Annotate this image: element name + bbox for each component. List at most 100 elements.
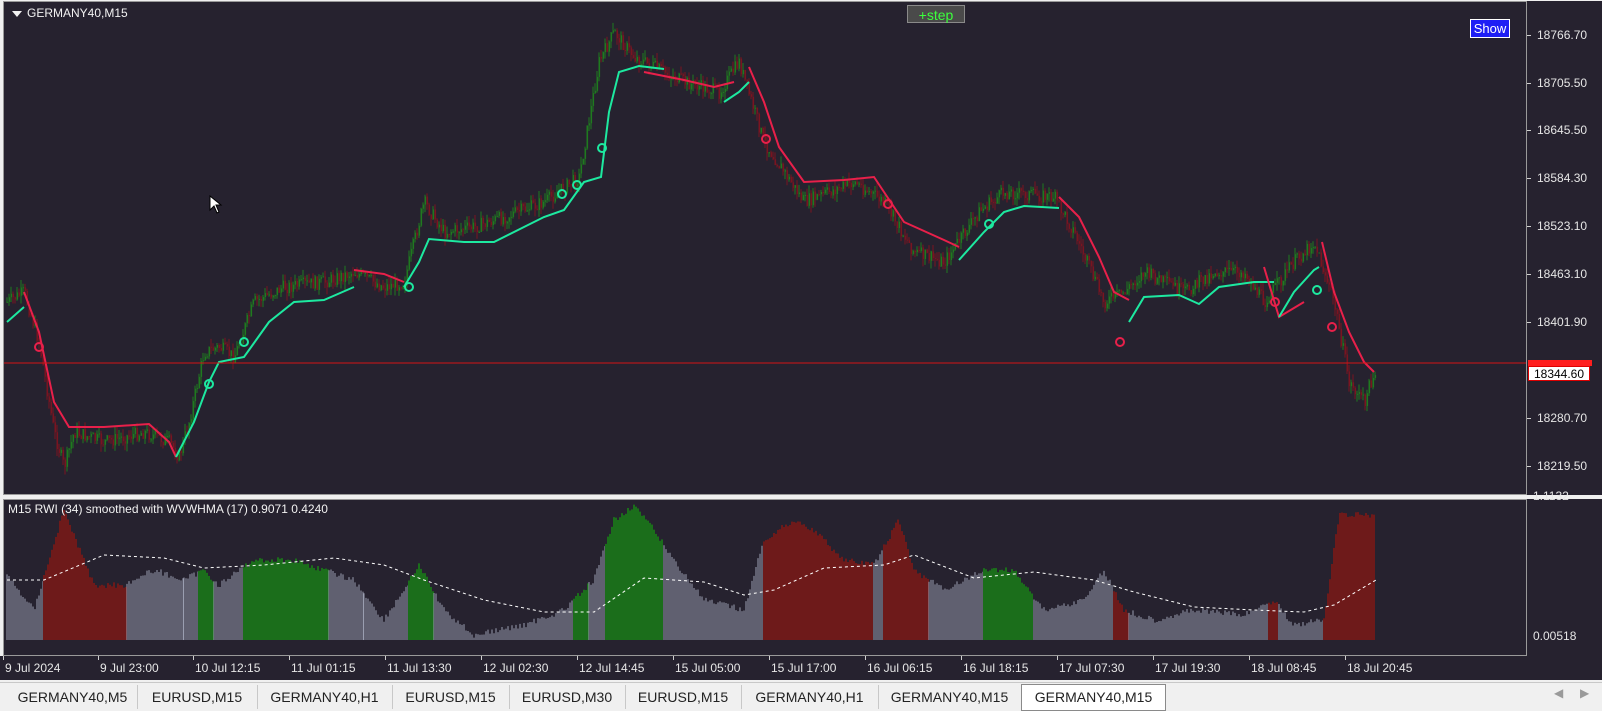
tab-item[interactable]: GERMANY40,M15 <box>878 685 1022 709</box>
candle-body <box>586 125 589 149</box>
candle-body <box>1246 273 1249 279</box>
tab-item[interactable]: GERMANY40,M5 <box>8 685 138 709</box>
candle-body <box>1038 195 1041 202</box>
tab-scroll-right-icon[interactable]: ▶ <box>1580 686 1589 700</box>
candle-body <box>418 225 421 236</box>
candle-body <box>596 76 599 91</box>
candle-body <box>580 164 583 174</box>
candle-body <box>1322 266 1325 273</box>
candle-body <box>488 219 491 222</box>
candle-body <box>724 89 727 92</box>
candle-body <box>888 202 891 207</box>
candle-body <box>812 191 815 206</box>
time-tick <box>673 656 674 660</box>
candle-body <box>210 346 213 348</box>
candle-body <box>742 69 745 75</box>
price-axis[interactable]: 18766.70 18705.50 18645.50 18584.30 18523.10… <box>1527 1 1602 495</box>
candle-body <box>386 284 389 291</box>
candle-body <box>610 32 613 42</box>
candle-body <box>1298 253 1301 259</box>
rwi-indicator-panel[interactable]: M15 RWI (34) smoothed with WVWHMA (17) 0… <box>3 499 1527 656</box>
candle-body <box>440 224 443 232</box>
candle-body <box>738 58 741 69</box>
main-price-chart[interactable]: GERMANY40,M15 +step Show <box>3 1 1527 495</box>
signal-marker-icon <box>1312 285 1322 295</box>
show-button[interactable]: Show <box>1470 19 1510 38</box>
candle-body <box>1032 188 1035 191</box>
candle-body <box>8 297 11 302</box>
candle-body <box>1068 223 1071 229</box>
candle-body <box>1260 289 1263 291</box>
candle-body <box>64 459 67 467</box>
candle-body <box>1090 260 1093 267</box>
step-button[interactable]: +step <box>907 5 965 23</box>
candle-body <box>1258 289 1261 295</box>
candle-body <box>734 61 737 73</box>
candle-body <box>728 71 731 76</box>
tab-item[interactable]: GERMANY40,H1 <box>257 685 393 709</box>
candle-body <box>1172 282 1175 286</box>
candle-body <box>316 276 319 290</box>
candle-body <box>1060 201 1063 214</box>
candle-body <box>898 221 901 229</box>
candle-body <box>46 376 49 397</box>
candlestick-plot[interactable] <box>4 2 1527 495</box>
candle-body <box>936 258 939 260</box>
candle-body <box>18 292 21 296</box>
tab-scroll-left-icon[interactable]: ◀ <box>1554 686 1563 700</box>
tab-item[interactable]: GERMANY40,H1 <box>741 685 879 709</box>
price-tick <box>1527 35 1531 36</box>
price-label: 18523.10 <box>1537 219 1588 233</box>
candle-body <box>644 57 647 60</box>
candle-body <box>788 176 791 180</box>
candle-body <box>460 229 463 233</box>
candle-body <box>258 298 261 300</box>
candle-body <box>604 43 607 53</box>
trend-line-segment <box>1128 281 1274 323</box>
candle-body <box>908 240 911 243</box>
candle-body <box>332 274 335 283</box>
candle-body <box>1180 283 1183 285</box>
candle-body <box>1302 253 1305 262</box>
candle-body <box>522 203 525 207</box>
candle-body <box>976 217 979 222</box>
candle-body <box>98 433 101 435</box>
candle-body <box>744 69 747 80</box>
time-tick <box>865 656 866 660</box>
candle-body <box>778 166 781 169</box>
tab-item[interactable]: GERMANY40,M15 <box>1021 684 1166 711</box>
time-axis[interactable]: 9 Jul 2024 9 Jul 23:00 10 Jul 12:15 11 Jul … <box>0 656 1602 680</box>
candle-body <box>1008 191 1011 200</box>
candle-body <box>896 221 899 229</box>
candle-body <box>606 43 609 52</box>
candle-body <box>1182 284 1185 289</box>
candle-body <box>930 251 933 261</box>
candle-body <box>1256 287 1259 295</box>
candle-body <box>286 289 289 294</box>
candle-body <box>48 396 51 402</box>
tab-item[interactable]: EURUSD,M15 <box>392 685 510 709</box>
tab-item[interactable]: EURUSD,M15 <box>137 685 258 709</box>
candle-body <box>540 198 543 208</box>
candle-body <box>570 184 573 186</box>
candle-body <box>1010 189 1013 192</box>
candle-body <box>934 258 937 260</box>
candle-body <box>1296 253 1299 255</box>
candle-body <box>1046 193 1049 200</box>
candle-body <box>750 94 753 97</box>
candle-body <box>202 360 205 362</box>
candle-body <box>956 238 959 244</box>
dropdown-triangle-icon[interactable] <box>12 10 22 17</box>
candle-body <box>1166 277 1169 279</box>
tab-item[interactable]: EURUSD,M30 <box>509 685 626 709</box>
candle-body <box>1004 193 1007 196</box>
candle-body <box>100 433 103 445</box>
candle-body <box>1094 276 1097 280</box>
chart-symbol-title[interactable]: GERMANY40,M15 <box>12 6 128 20</box>
candle-body <box>238 345 241 347</box>
tab-item[interactable]: EURUSD,M15 <box>625 685 742 709</box>
candle-body <box>1078 241 1081 244</box>
candle-body <box>244 323 247 335</box>
candle-body <box>646 57 649 64</box>
candle-body <box>626 43 629 51</box>
